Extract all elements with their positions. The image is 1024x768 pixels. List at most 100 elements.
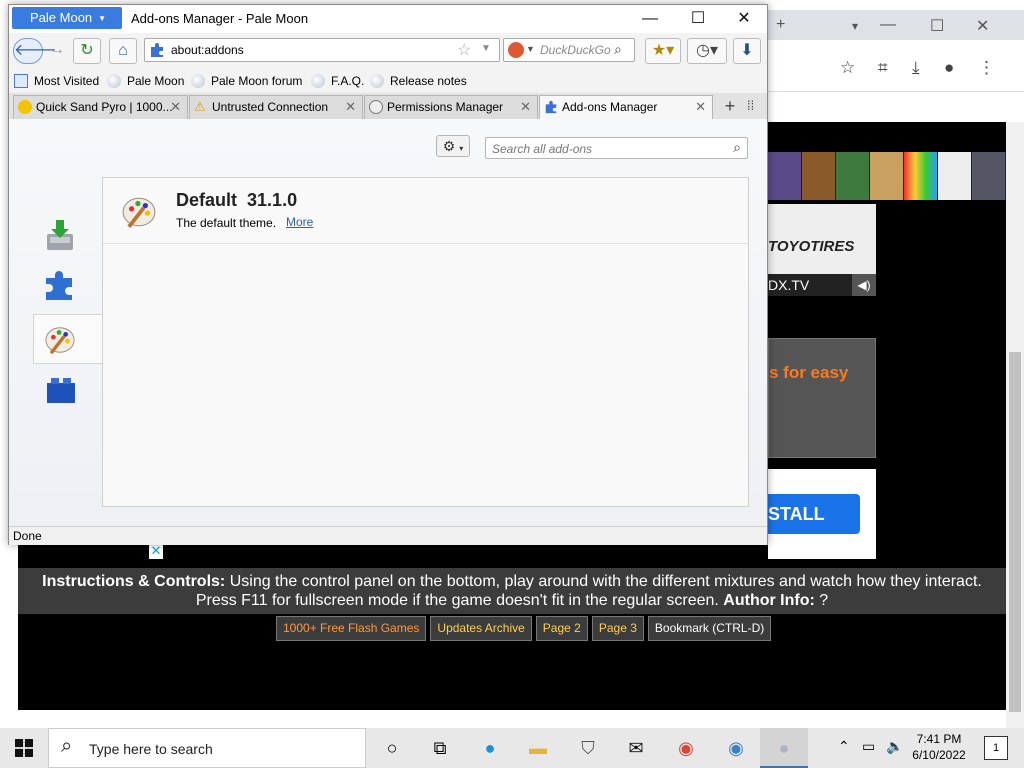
link-free-flash-games[interactable]: 1000+ Free Flash Games	[276, 616, 427, 641]
profile-icon[interactable]: ●	[944, 58, 954, 78]
speaker-icon[interactable]: ◀)	[852, 274, 876, 296]
game-thumb[interactable]	[938, 152, 972, 200]
bookmark-star-icon[interactable]: ☆	[457, 40, 471, 60]
close-button[interactable]: ✕	[721, 7, 767, 31]
tab-quick-sand-pyro[interactable]: Quick Sand Pyro | 1000... ✕	[13, 95, 188, 119]
link-page-2[interactable]: Page 2	[535, 616, 588, 641]
search-engine-dropdown-icon[interactable]: ▼	[526, 44, 535, 54]
forward-button[interactable]: →	[43, 38, 71, 64]
maximize-button[interactable]: ☐	[675, 7, 721, 31]
menu-kebab-icon[interactable]: ⋮	[978, 58, 995, 78]
category-get-addons[interactable]	[33, 212, 103, 262]
store-icon[interactable]: ⛉	[564, 728, 612, 768]
chevron-up-icon[interactable]: ⌃	[838, 738, 850, 755]
start-button[interactable]	[0, 728, 48, 768]
link-updates-archive[interactable]: Updates Archive	[430, 616, 532, 641]
search-icon[interactable]: ⌕	[733, 139, 741, 156]
tab-close-icon[interactable]: ✕	[170, 96, 181, 118]
category-extensions[interactable]	[33, 263, 103, 313]
ad-easy[interactable]: s for easy	[768, 338, 876, 458]
palemoon-menu-button[interactable]: Pale Moon ▼	[12, 7, 122, 29]
get-addons-icon	[47, 220, 73, 250]
link-bookmark[interactable]: Bookmark (CTRL-D)	[647, 616, 772, 641]
game-thumb[interactable]	[870, 152, 904, 200]
duckduckgo-icon[interactable]	[508, 42, 524, 58]
new-tab-button[interactable]: +	[776, 16, 785, 34]
bookmark-star-icon[interactable]: ☆	[840, 58, 855, 78]
new-tab-button[interactable]: +	[719, 96, 741, 118]
game-thumb[interactable]	[768, 152, 802, 200]
history-button[interactable]: ◷▾	[687, 38, 727, 64]
scrollbar-thumb[interactable]	[1009, 352, 1021, 712]
taskbar-search-input[interactable]: ⌕ Type here to search	[48, 728, 366, 768]
file-explorer-icon[interactable]: ▬	[514, 728, 562, 768]
notifications-icon[interactable]: 1	[984, 736, 1008, 760]
url-bar[interactable]: about:addons ☆ ▼	[144, 38, 500, 62]
game-thumb[interactable]	[972, 152, 1006, 200]
mail-icon[interactable]: ✉	[612, 728, 660, 768]
theme-version: 31.1.0	[247, 190, 298, 210]
chrome-icon[interactable]: ◉	[662, 728, 710, 768]
game-thumbnails[interactable]	[768, 152, 1006, 200]
palemoon-taskbar-icon[interactable]: ●	[760, 728, 808, 768]
category-appearance[interactable]	[33, 314, 103, 364]
bookmark-pale-moon-forum[interactable]: Pale Moon forum	[191, 74, 302, 88]
bookmarks-menu-button[interactable]: ★▾	[645, 38, 681, 64]
extensions-puzzle-icon	[46, 271, 72, 300]
palemoon-window[interactable]: Pale Moon ▼ Add-ons Manager - Pale Moon —…	[8, 4, 768, 545]
bg-close-button[interactable]: ✕	[976, 16, 989, 36]
tab-untrusted-connection[interactable]: ⚠ Untrusted Connection ✕	[189, 95, 363, 119]
bg-minimize-button[interactable]: —	[880, 16, 896, 34]
ad-install[interactable]: STALL	[768, 469, 876, 559]
ad-dx-bar[interactable]: DX.TV ◀)	[768, 274, 876, 296]
addons-manager-content: ⚙ ▾ Search all add-ons ⌕ Default 31.1.0 …	[9, 119, 767, 526]
tab-close-icon[interactable]: ✕	[345, 96, 356, 118]
bookmark-faq[interactable]: F.A.Q.	[311, 74, 364, 88]
crop-icon[interactable]: ⌗	[878, 58, 888, 78]
tab-search-button[interactable]: ▾	[852, 19, 858, 33]
tab-close-icon[interactable]: ✕	[520, 96, 531, 118]
tab-close-icon[interactable]: ✕	[695, 96, 706, 118]
game-links: 1000+ Free Flash Games Updates Archive P…	[276, 616, 772, 641]
theme-palette-icon	[122, 197, 156, 228]
scrollbar[interactable]	[1006, 122, 1024, 728]
home-button[interactable]: ⌂	[109, 38, 137, 64]
download-icon[interactable]: ⤓	[912, 58, 920, 78]
tab-list-icon[interactable]: ⁞⁞	[747, 98, 754, 113]
ad-toyo-tires[interactable]: TOYOTIRES DX.TV ◀)	[768, 204, 876, 296]
game-thumb[interactable]	[802, 152, 836, 200]
more-link[interactable]: More	[286, 215, 313, 229]
list-item-default-theme[interactable]: Default 31.1.0 The default theme. More	[103, 178, 748, 244]
clock[interactable]: 7:41 PM 6/10/2022	[904, 731, 974, 763]
network-icon[interactable]: ▭	[862, 738, 875, 755]
search-bar[interactable]: ▼ DuckDuckGo ⌕	[503, 38, 635, 62]
link-page-3[interactable]: Page 3	[591, 616, 644, 641]
minimize-button[interactable]: —	[627, 7, 673, 31]
search-icon[interactable]: ⌕	[614, 41, 622, 58]
volume-icon[interactable]: 🔈	[886, 738, 903, 755]
tab-addons-manager[interactable]: Add-ons Manager ✕	[539, 95, 713, 120]
install-button[interactable]: STALL	[768, 494, 860, 534]
game-thumb[interactable]	[836, 152, 870, 200]
gear-button[interactable]: ⚙ ▾	[436, 135, 470, 157]
bookmark-release-notes[interactable]: Release notes	[370, 74, 467, 88]
ad-close-icon[interactable]: ✕	[149, 543, 163, 559]
palemoon-titlebar[interactable]: Pale Moon ▼ Add-ons Manager - Pale Moon —…	[9, 5, 767, 33]
back-button[interactable]: 🡐	[13, 38, 57, 64]
url-dropdown-icon[interactable]: ▼	[481, 43, 491, 54]
bookmark-pale-moon[interactable]: Pale Moon	[107, 74, 184, 88]
task-view-icon[interactable]: ⧉	[416, 728, 464, 768]
category-plugins[interactable]	[33, 367, 103, 417]
cortana-icon[interactable]: ○	[368, 728, 416, 768]
bookmark-most-visited[interactable]: Most Visited	[14, 74, 99, 88]
background-toolbar: ☆ ⌗ ⤓ ● ⋮	[748, 40, 1024, 92]
edge-icon[interactable]: ●	[466, 728, 514, 768]
downloads-button[interactable]: ⬇	[733, 38, 761, 64]
bookmarks-toolbar: Most Visited Pale Moon Pale Moon forum F…	[9, 71, 767, 93]
reload-button[interactable]: ↻	[73, 38, 101, 64]
addon-search-input[interactable]: Search all add-ons ⌕	[485, 137, 748, 159]
tab-permissions-manager[interactable]: Permissions Manager ✕	[364, 95, 538, 119]
chrome-alt-icon[interactable]: ◉	[712, 728, 760, 768]
bg-maximize-button[interactable]: ☐	[930, 16, 944, 36]
game-thumb[interactable]	[904, 152, 938, 200]
